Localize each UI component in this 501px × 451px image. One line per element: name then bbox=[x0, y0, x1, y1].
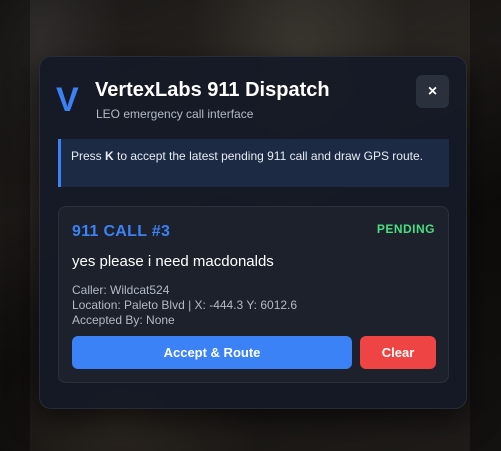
call-title: 911 CALL #3 bbox=[72, 223, 171, 240]
call-card: 911 CALL #3 PENDING yes please i need ma… bbox=[58, 206, 449, 383]
background-shadow bbox=[470, 0, 501, 451]
call-message: yes please i need macdonalds bbox=[72, 253, 274, 270]
instruction-notice: Press K to accept the latest pending 911… bbox=[58, 139, 449, 187]
logo-icon: V bbox=[56, 81, 79, 119]
status-badge: PENDING bbox=[376, 222, 435, 236]
notice-suffix: to accept the latest pending 911 call an… bbox=[113, 149, 423, 163]
close-button[interactable]: × bbox=[416, 75, 449, 108]
page-title: VertexLabs 911 Dispatch bbox=[95, 79, 330, 101]
notice-prefix: Press bbox=[71, 149, 106, 163]
caller-detail: Caller: Wildcat524 bbox=[72, 283, 170, 297]
page-subtitle: LEO emergency call interface bbox=[96, 107, 254, 121]
close-icon: × bbox=[427, 82, 438, 100]
clear-button[interactable]: Clear bbox=[360, 336, 436, 369]
location-detail: Location: Paleto Blvd | X: -444.3 Y: 601… bbox=[72, 298, 298, 312]
accept-route-button[interactable]: Accept & Route bbox=[72, 336, 352, 369]
background-shadow bbox=[0, 0, 30, 451]
dispatch-modal: V VertexLabs 911 Dispatch LEO emergency … bbox=[39, 56, 467, 409]
accepted-by-detail: Accepted By: None bbox=[72, 313, 175, 327]
hotkey-label: K bbox=[105, 149, 114, 163]
